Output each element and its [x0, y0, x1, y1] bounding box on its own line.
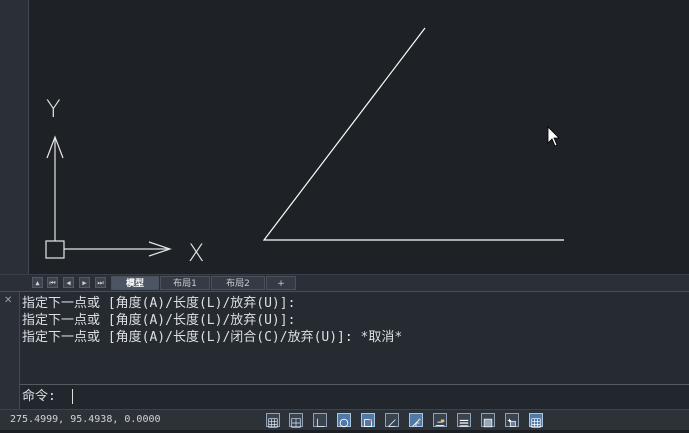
lineweight-icon — [459, 419, 469, 427]
ucs-icon — [45, 135, 172, 259]
drawing-canvas[interactable]: Y X — [29, 0, 689, 274]
ortho-icon — [317, 418, 325, 427]
selection-cycling-icon — [507, 418, 516, 427]
scroll-up-icon[interactable]: ▲ — [32, 277, 43, 288]
ucs-origin-box — [45, 240, 65, 259]
ucs-y-label: Y — [46, 95, 61, 123]
previous-tab-icon[interactable]: ◀ — [63, 277, 74, 288]
tab-layout1[interactable]: 布局1 — [160, 276, 210, 290]
tab-layout2[interactable]: 布局2 — [211, 276, 265, 290]
dynamic-input-icon — [435, 419, 445, 427]
text-caret — [72, 389, 73, 404]
history-line: 指定下一点或 [角度(A)/长度(L)/放弃(U)]: — [22, 296, 296, 311]
cursor-coordinates: 275.4999, 95.4938, 0.0000 — [10, 414, 161, 425]
close-icon[interactable]: ✕ — [4, 295, 12, 306]
mouse-cursor-icon — [547, 126, 560, 147]
polar-tracking-icon — [339, 418, 349, 428]
ucs-x-label: X — [188, 239, 204, 267]
ortho-toggle[interactable] — [313, 413, 327, 427]
command-prompt: 命令: — [22, 389, 56, 404]
tab-model[interactable]: 模型 — [111, 276, 159, 290]
grid-display-toggle[interactable] — [266, 413, 280, 428]
annotation-monitor-icon — [531, 418, 541, 428]
layout-tab-bar: ▲ ⏮ ◀ ▶ ⏭ 模型 布局1 布局2 + — [0, 274, 689, 291]
snap-grid-icon — [291, 418, 301, 428]
command-panel-handle[interactable]: ✕ — [0, 292, 20, 410]
dynamic-ucs-toggle[interactable] — [409, 413, 423, 427]
drawn-polyline[interactable] — [262, 27, 564, 241]
add-layout-tab-button[interactable]: + — [266, 276, 296, 290]
transparency-toggle[interactable] — [481, 413, 495, 428]
grid-display-icon — [268, 418, 278, 428]
command-history: 指定下一点或 [角度(A)/长度(L)/放弃(U)]: 指定下一点或 [角度(A… — [22, 295, 402, 346]
lineweight-toggle[interactable] — [457, 413, 471, 427]
object-snap-tracking-icon — [388, 419, 396, 427]
polar-tracking-toggle[interactable] — [337, 413, 351, 428]
object-snap-toggle[interactable] — [361, 413, 375, 427]
dynamic-ucs-icon — [412, 418, 421, 427]
left-dock-strip — [0, 0, 29, 292]
transparency-icon — [483, 418, 493, 428]
drawing-svg[interactable]: Y X — [29, 0, 689, 274]
command-input[interactable]: 命令: — [20, 384, 689, 409]
command-panel: ✕ 指定下一点或 [角度(A)/长度(L)/放弃(U)]: 指定下一点或 [角度… — [0, 291, 689, 410]
selection-cycling-toggle[interactable] — [505, 413, 519, 427]
object-snap-tracking-toggle[interactable] — [385, 413, 399, 427]
object-snap-icon — [364, 419, 372, 427]
history-line: 指定下一点或 [角度(A)/长度(L)/放弃(U)]: — [22, 313, 296, 328]
status-bar: 275.4999, 95.4938, 0.0000 — [0, 409, 689, 430]
history-line: 指定下一点或 [角度(A)/长度(L)/闭合(C)/放弃(U)]: *取消* — [22, 330, 403, 345]
last-tab-icon[interactable]: ⏭ — [95, 277, 106, 288]
annotation-monitor-toggle[interactable] — [529, 413, 543, 428]
snap-grid-toggle[interactable] — [289, 413, 303, 428]
next-tab-icon[interactable]: ▶ — [79, 277, 90, 288]
dynamic-input-toggle[interactable] — [433, 413, 447, 427]
first-tab-icon[interactable]: ⏮ — [47, 277, 58, 288]
